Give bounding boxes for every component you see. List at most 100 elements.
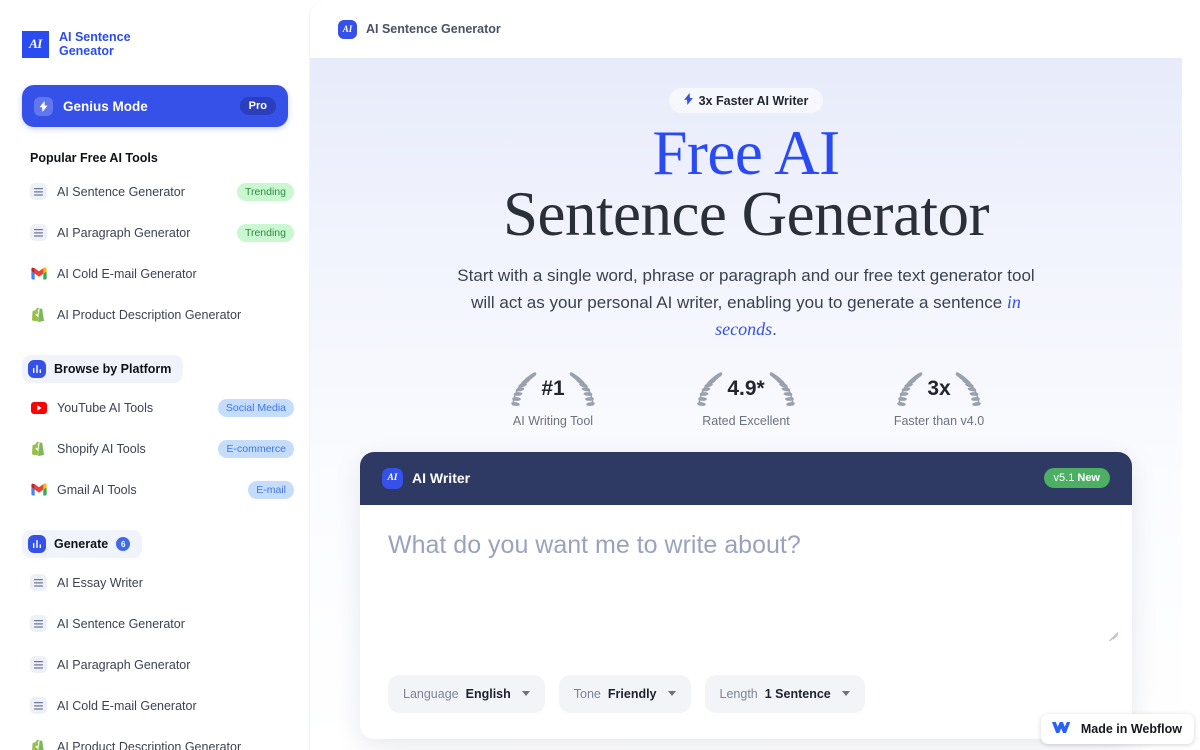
ai-writer-title: AI Writer — [412, 470, 471, 487]
sidebar-item-label: Gmail AI Tools — [57, 482, 137, 497]
lines-icon — [30, 574, 47, 591]
hero-section: 3x Faster AI Writer Free AI Sentence Gen… — [310, 58, 1182, 750]
genius-mode-label: Genius Mode — [63, 98, 148, 114]
sidebar-item-label: AI Essay Writer — [57, 575, 143, 590]
shopify-icon — [30, 738, 47, 750]
sidebar-item-ai-cold-e-mail-generator[interactable]: AI Cold E-mail Generator — [0, 253, 310, 294]
sidebar-section-chip[interactable]: Generate 6 — [22, 530, 143, 558]
stat-caption: Faster than v4.0 — [893, 413, 985, 428]
main-content: AI AI Sentence Generator 3x Faster AI Wr… — [310, 0, 1182, 750]
dropdown-value: Friendly — [607, 686, 657, 701]
hero-description: Start with a single word, phrase or para… — [456, 263, 1036, 344]
version-new-label: New — [1077, 472, 1100, 485]
stat-item: #1 AI Writing Tool — [486, 370, 621, 428]
sidebar-item-label: AI Product Description Generator — [57, 307, 242, 322]
stat-value: 4.9* — [727, 376, 765, 400]
sidebar-item-ai-cold-e-mail-generator[interactable]: AI Cold E-mail Generator — [0, 685, 310, 726]
page-title: Free AI Sentence Generator — [310, 122, 1182, 246]
stat-caption: AI Writing Tool — [512, 413, 594, 428]
sidebar-item-tag: Trending — [236, 223, 294, 242]
stat-wreath: #1 — [486, 370, 621, 412]
sidebar-item-shopify-ai-tools[interactable]: Shopify AI Tools E-commerce — [0, 428, 310, 469]
sidebar-item-ai-sentence-generator[interactable]: AI Sentence Generator Trending — [0, 171, 310, 212]
stat-value: 3x — [927, 376, 951, 400]
dropdown-label: Tone — [573, 686, 601, 701]
brand-name: AI Sentence Geneator — [59, 30, 131, 58]
section-count-badge: 6 — [116, 537, 131, 551]
chevron-down-icon — [841, 691, 850, 697]
sidebar-item-tag: Social Media — [217, 398, 294, 417]
ai-writer-controls: Language English Tone Friendly Length 1 Sente… — [360, 655, 1132, 739]
sidebar-item-ai-product-description-generator[interactable]: AI Product Description Generator — [0, 726, 310, 750]
hero-badge-text: 3x Faster AI Writer — [698, 93, 809, 108]
lines-icon — [30, 183, 47, 200]
sidebar-item-ai-paragraph-generator[interactable]: AI Paragraph Generator — [0, 644, 310, 685]
ai-writer-logo-icon: AI — [382, 467, 403, 489]
page-title-line2: Sentence Generator — [503, 179, 990, 250]
sidebar-item-youtube-ai-tools[interactable]: YouTube AI Tools Social Media — [0, 387, 310, 428]
dropdown-value: English — [465, 686, 511, 701]
lines-icon — [30, 615, 47, 632]
resize-handle-icon[interactable] — [1108, 623, 1119, 642]
platform-icon — [28, 360, 46, 378]
stat-wreath: 4.9* — [679, 370, 814, 412]
sidebar-item-label: AI Cold E-mail Generator — [57, 266, 197, 281]
gmail-icon — [30, 481, 47, 498]
sidebar-item-tag: Trending — [236, 182, 294, 201]
platform-icon — [28, 535, 46, 553]
sidebar-section-title: Generate — [54, 537, 109, 551]
topbar-logo-icon: AI — [338, 19, 357, 39]
version-number: v5.1 — [1053, 472, 1075, 485]
sidebar-item-ai-essay-writer[interactable]: AI Essay Writer — [0, 562, 310, 603]
shopify-icon — [30, 440, 47, 457]
chevron-down-icon — [667, 691, 676, 697]
shopify-icon — [30, 306, 47, 323]
ai-writer-header: AI AI Writer v5.1 New — [360, 451, 1132, 505]
laurel-right-icon — [769, 371, 795, 406]
bolt-icon — [683, 93, 693, 108]
dropdown-length[interactable]: Length 1 Sentence — [704, 674, 865, 713]
lines-icon — [30, 697, 47, 714]
laurel-right-icon — [569, 371, 595, 406]
prompt-input[interactable] — [388, 530, 1104, 641]
lines-icon — [30, 656, 47, 673]
sidebar-item-label: YouTube AI Tools — [57, 400, 154, 415]
dropdown-tone[interactable]: Tone Friendly — [558, 674, 691, 713]
laurel-left-icon — [511, 371, 537, 406]
ai-writer-body — [360, 505, 1132, 655]
sidebar-item-label: AI Paragraph Generator — [57, 657, 191, 672]
lines-icon — [30, 224, 47, 241]
stat-caption: Rated Excellent — [702, 413, 790, 428]
page-title-line1: Free AI — [652, 118, 840, 188]
brand-logo-icon: AI — [22, 30, 49, 58]
stat-item: 3x Faster than v4.0 — [872, 370, 1007, 428]
sidebar-item-ai-product-description-generator[interactable]: AI Product Description Generator — [0, 294, 310, 335]
ai-writer-card: AI AI Writer v5.1 New Language English Ton… — [360, 451, 1132, 739]
made-in-webflow-badge[interactable]: Made in Webflow — [1040, 714, 1194, 744]
pro-badge: Pro — [239, 97, 276, 115]
laurel-right-icon — [955, 371, 981, 406]
hero-badge-wrap: 3x Faster AI Writer — [310, 88, 1182, 113]
sidebar-item-ai-paragraph-generator[interactable]: AI Paragraph Generator Trending — [0, 212, 310, 253]
genius-mode-button[interactable]: Genius Mode Pro — [22, 85, 288, 127]
hero-badge: 3x Faster AI Writer — [668, 88, 824, 113]
app-root: AI AI Sentence Geneator Genius Mode Pro … — [0, 0, 1200, 750]
stats-row: #1 AI Writing Tool 4.9* Rated Excellent 3x Fa… — [310, 370, 1182, 428]
sidebar-item-tag: E-commerce — [218, 439, 294, 458]
sidebar-sections: Popular Free AI Tools AI Sentence Generat… — [0, 151, 310, 750]
youtube-icon — [30, 399, 47, 416]
sidebar-section-chip[interactable]: Browse by Platform — [22, 355, 184, 383]
webflow-badge-text: Made in Webflow — [1080, 722, 1182, 736]
sidebar-item-label: AI Product Description Generator — [57, 739, 242, 750]
sidebar-item-tag: E-mail — [248, 480, 294, 499]
brand[interactable]: AI AI Sentence Geneator — [0, 0, 310, 58]
dropdown-language[interactable]: Language English — [388, 674, 545, 713]
sidebar-item-label: Shopify AI Tools — [57, 441, 146, 456]
laurel-left-icon — [897, 371, 923, 406]
sparkle-icon — [34, 96, 53, 116]
hero-description-part1: Start with a single word, phrase or para… — [457, 266, 1035, 313]
sidebar-item-gmail-ai-tools[interactable]: Gmail AI Tools E-mail — [0, 469, 310, 510]
stat-item: 4.9* Rated Excellent — [679, 370, 814, 428]
gmail-icon — [30, 265, 47, 282]
sidebar-item-ai-sentence-generator[interactable]: AI Sentence Generator — [0, 603, 310, 644]
